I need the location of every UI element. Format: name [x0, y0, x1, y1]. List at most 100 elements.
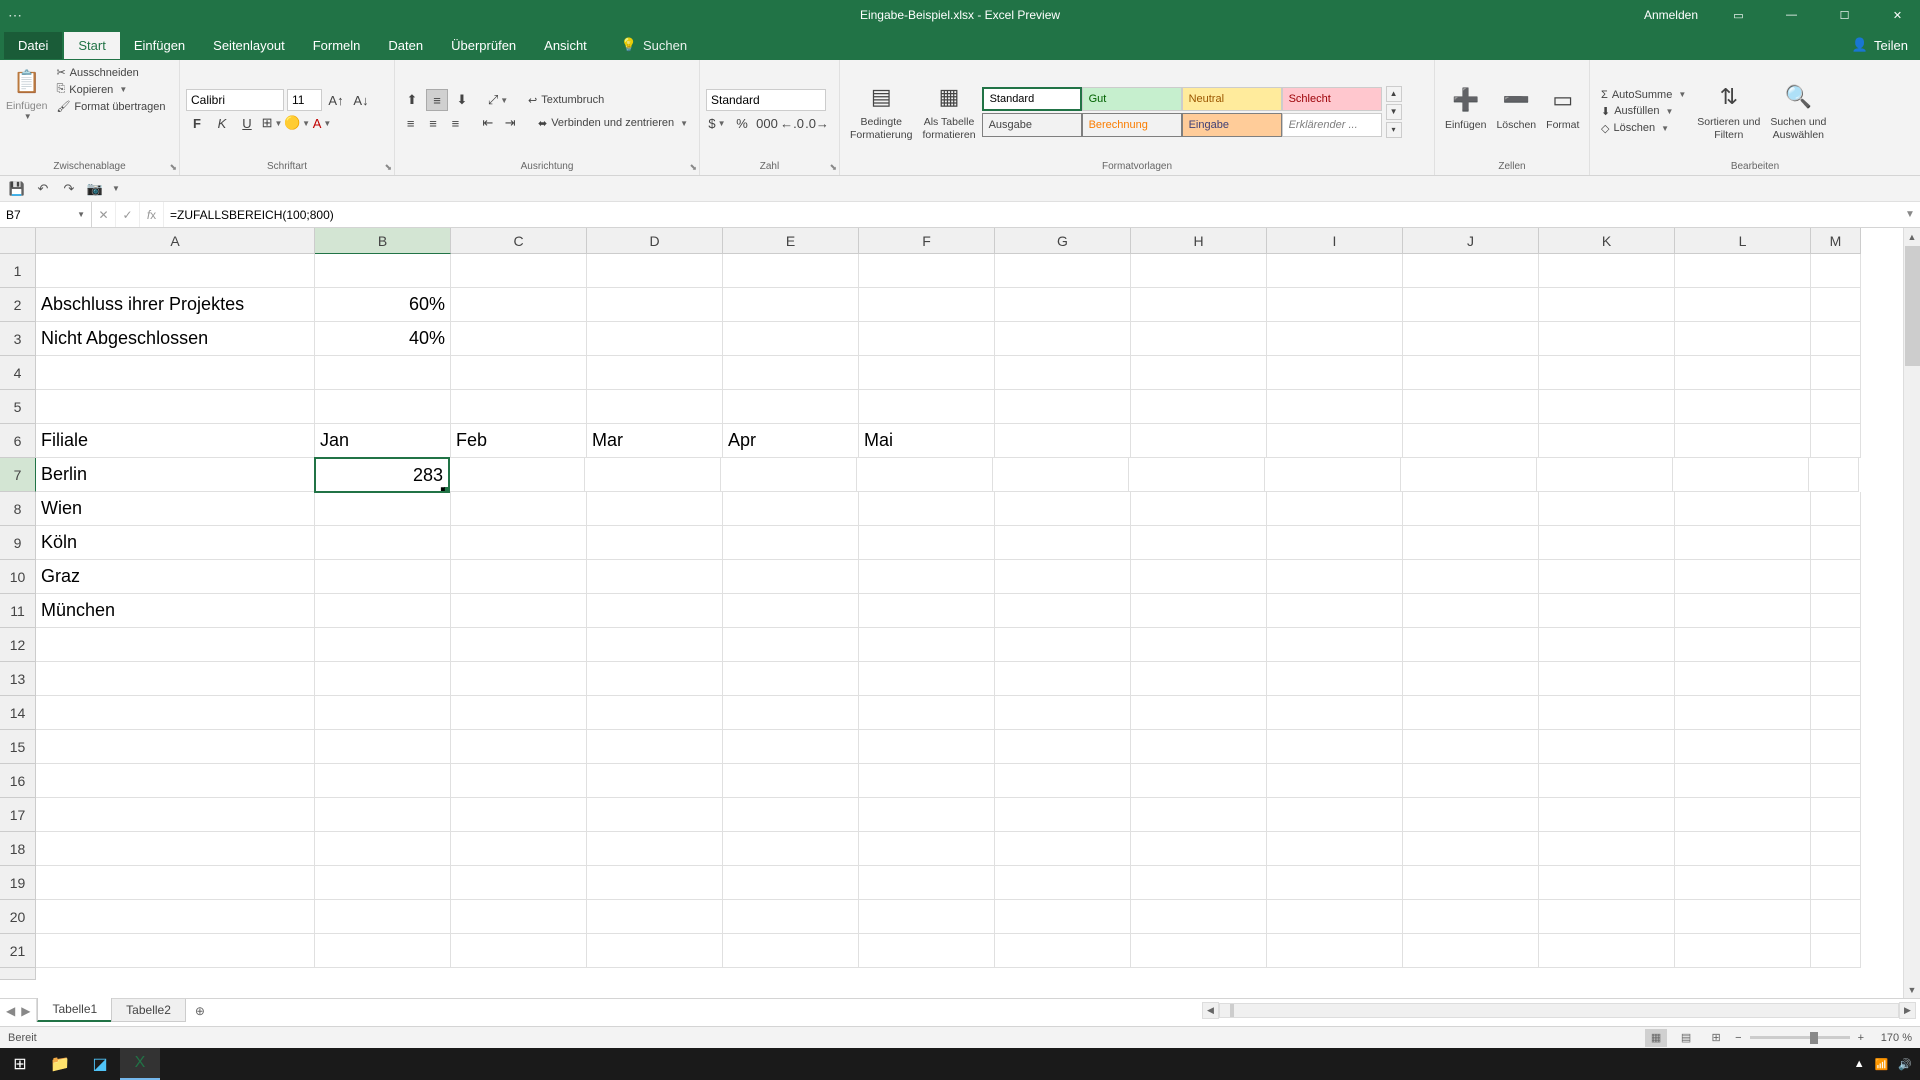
cell-F7[interactable]: [857, 458, 993, 492]
cell-A19[interactable]: [36, 866, 315, 900]
cell-E1[interactable]: [723, 254, 859, 288]
cell-L12[interactable]: [1675, 628, 1811, 662]
cell-C18[interactable]: [451, 832, 587, 866]
cell-F11[interactable]: [859, 594, 995, 628]
wrap-text-button[interactable]: ↩Textumbruch: [523, 92, 609, 109]
cell-G6[interactable]: [995, 424, 1131, 458]
cell-E4[interactable]: [723, 356, 859, 390]
sort-filter-button[interactable]: ⇅Sortieren und Filtern: [1693, 68, 1764, 156]
name-box[interactable]: ▼: [0, 202, 92, 227]
cell-A2[interactable]: Abschluss ihrer Projektes: [36, 288, 315, 322]
tab-view[interactable]: Ansicht: [530, 32, 601, 59]
cell-B8[interactable]: [315, 492, 451, 526]
cell-F15[interactable]: [859, 730, 995, 764]
cell-G10[interactable]: [995, 560, 1131, 594]
cell-J10[interactable]: [1403, 560, 1539, 594]
cell-M21[interactable]: [1811, 934, 1861, 968]
cell-M2[interactable]: [1811, 288, 1861, 322]
cell-F6[interactable]: Mai: [859, 424, 995, 458]
number-format-select[interactable]: [706, 89, 826, 111]
cell-E15[interactable]: [723, 730, 859, 764]
cell-A13[interactable]: [36, 662, 315, 696]
cell-A3[interactable]: Nicht Abgeschlossen: [36, 322, 315, 356]
cell-B15[interactable]: [315, 730, 451, 764]
cell-E16[interactable]: [723, 764, 859, 798]
format-as-table-button[interactable]: ▦ Als Tabelle formatieren: [918, 68, 979, 156]
cell-K12[interactable]: [1539, 628, 1675, 662]
cell-L5[interactable]: [1675, 390, 1811, 424]
style-explain[interactable]: Erklärender ...: [1282, 113, 1382, 137]
cell-D21[interactable]: [587, 934, 723, 968]
col-header-J[interactable]: J: [1403, 228, 1539, 254]
cell-J4[interactable]: [1403, 356, 1539, 390]
hscroll-left-button[interactable]: ◀: [1202, 1002, 1219, 1019]
row-header-13[interactable]: 13: [0, 662, 36, 696]
view-pagelayout-button[interactable]: ▤: [1675, 1029, 1697, 1047]
col-header-F[interactable]: F: [859, 228, 995, 254]
row-header-15[interactable]: 15: [0, 730, 36, 764]
cell-D13[interactable]: [587, 662, 723, 696]
cell-J1[interactable]: [1403, 254, 1539, 288]
cell-C16[interactable]: [451, 764, 587, 798]
cell-M3[interactable]: [1811, 322, 1861, 356]
cell-A11[interactable]: München: [36, 594, 315, 628]
cell-G20[interactable]: [995, 900, 1131, 934]
cell-C2[interactable]: [451, 288, 587, 322]
cell-I8[interactable]: [1267, 492, 1403, 526]
cell-B7[interactable]: 283✚: [314, 457, 450, 493]
cell-F10[interactable]: [859, 560, 995, 594]
cell-I7[interactable]: [1265, 458, 1401, 492]
col-header-L[interactable]: L: [1675, 228, 1811, 254]
cell-H19[interactable]: [1131, 866, 1267, 900]
cell-M1[interactable]: [1811, 254, 1861, 288]
cell-E7[interactable]: [721, 458, 857, 492]
insert-cells-button[interactable]: ➕Einfügen: [1441, 64, 1490, 152]
cell-C1[interactable]: [451, 254, 587, 288]
close-button[interactable]: ✕: [1875, 0, 1920, 30]
fill-handle[interactable]: [443, 486, 450, 493]
cell-H6[interactable]: [1131, 424, 1267, 458]
font-size-select[interactable]: [287, 89, 322, 111]
cell-K11[interactable]: [1539, 594, 1675, 628]
cell-E20[interactable]: [723, 900, 859, 934]
start-button[interactable]: ⊞: [0, 1048, 40, 1080]
cell-J6[interactable]: [1403, 424, 1539, 458]
row-header-6[interactable]: 6: [0, 424, 36, 458]
border-button[interactable]: ⊞▼: [261, 112, 283, 134]
col-header-B[interactable]: B: [315, 228, 451, 254]
cell-K18[interactable]: [1539, 832, 1675, 866]
cell-K4[interactable]: [1539, 356, 1675, 390]
cell-D10[interactable]: [587, 560, 723, 594]
percent-button[interactable]: %: [731, 112, 753, 134]
cell-L16[interactable]: [1675, 764, 1811, 798]
cell-B2[interactable]: 60%: [315, 288, 451, 322]
tab-insert[interactable]: Einfügen: [120, 32, 199, 59]
cell-I19[interactable]: [1267, 866, 1403, 900]
cell-D17[interactable]: [587, 798, 723, 832]
share-button[interactable]: Teilen: [1874, 38, 1908, 53]
cell-B17[interactable]: [315, 798, 451, 832]
cell-F18[interactable]: [859, 832, 995, 866]
cell-D20[interactable]: [587, 900, 723, 934]
cell-G16[interactable]: [995, 764, 1131, 798]
cell-K21[interactable]: [1539, 934, 1675, 968]
font-name-select[interactable]: [186, 89, 284, 111]
cell-K9[interactable]: [1539, 526, 1675, 560]
cell-G14[interactable]: [995, 696, 1131, 730]
bold-button[interactable]: F: [186, 112, 208, 134]
cell-L3[interactable]: [1675, 322, 1811, 356]
comma-button[interactable]: 000: [756, 112, 778, 134]
cell-I21[interactable]: [1267, 934, 1403, 968]
cell-L11[interactable]: [1675, 594, 1811, 628]
cell-I1[interactable]: [1267, 254, 1403, 288]
copy-button[interactable]: ⎘Kopieren▼: [51, 81, 170, 98]
cell-L15[interactable]: [1675, 730, 1811, 764]
cell-A4[interactable]: [36, 356, 315, 390]
indent-increase-button[interactable]: ⇥: [501, 112, 520, 134]
style-normal[interactable]: Standard: [982, 87, 1082, 111]
insert-function-button[interactable]: fx: [140, 202, 164, 227]
row-header-16[interactable]: 16: [0, 764, 36, 798]
cell-A8[interactable]: Wien: [36, 492, 315, 526]
search-ribbon[interactable]: 💡 Suchen: [621, 37, 687, 53]
cell-D9[interactable]: [587, 526, 723, 560]
